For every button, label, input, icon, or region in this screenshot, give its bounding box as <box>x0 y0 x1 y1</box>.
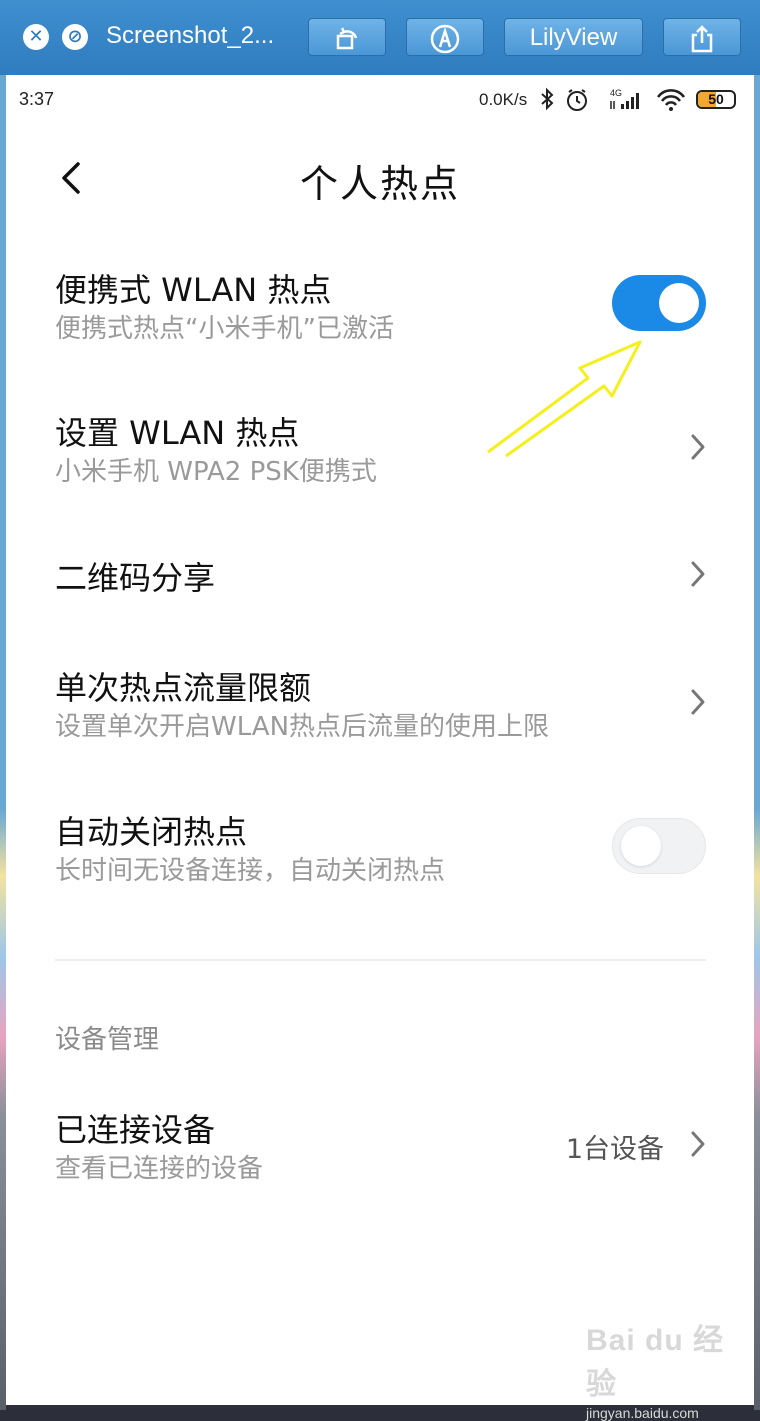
lilyview-button[interactable]: LilyView <box>504 18 643 56</box>
close-icon[interactable]: ✕ <box>23 24 49 50</box>
configure-hotspot-title: 设置 WLAN 热点 <box>55 414 300 452</box>
toggle-knob <box>621 826 661 866</box>
auto-off-toggle[interactable] <box>612 818 706 874</box>
connected-devices-count: 1台设备 <box>565 1134 664 1165</box>
connected-devices-title: 已连接设备 <box>55 1111 216 1149</box>
watermark-sub: jingyan.baidu.com <box>586 1405 699 1421</box>
viewer-title: Screenshot_2... <box>106 22 275 49</box>
configure-hotspot-subtitle: 小米手机 WPA2 PSK便携式 <box>55 457 377 487</box>
auto-off-subtitle: 长时间无设备连接，自动关闭热点 <box>55 856 446 886</box>
rotate-icon <box>336 27 358 49</box>
viewer-toolbar: ✕ ⊘ Screenshot_2... LilyView <box>0 0 760 75</box>
alarm-icon <box>567 89 587 111</box>
chevron-right-icon <box>691 689 705 715</box>
page-title: 个人热点 <box>299 162 460 206</box>
signal-icon: 4G <box>610 88 639 109</box>
battery-text: 50 <box>708 91 724 107</box>
cancel-icon[interactable]: ⊘ <box>62 24 88 50</box>
phone-screen: 3:37 0.0K/s 4G 50 个人热点 便携式 WLAN 热点 便携式热点… <box>6 75 754 1421</box>
qr-share-row[interactable]: 二维码分享 <box>6 553 754 603</box>
connected-devices-subtitle: 查看已连接的设备 <box>55 1154 264 1184</box>
portable-hotspot-toggle[interactable] <box>612 275 706 331</box>
watermark-main: Bai du 经验 <box>586 1324 725 1401</box>
portable-hotspot-subtitle: 便携式热点“小米手机”已激活 <box>55 314 394 344</box>
annotation-arrow-icon <box>487 340 642 458</box>
portable-hotspot-title: 便携式 WLAN 热点 <box>55 271 332 309</box>
share-button[interactable] <box>663 18 741 56</box>
section-header-device-management: 设备管理 <box>55 1025 160 1055</box>
network-type: 4G <box>610 88 622 98</box>
markup-button[interactable] <box>406 18 484 56</box>
status-time: 3:37 <box>19 89 55 109</box>
qr-share-title: 二维码分享 <box>55 559 216 597</box>
share-icon <box>691 24 713 52</box>
data-limit-title: 单次热点流量限额 <box>55 669 312 707</box>
toggle-knob <box>659 283 699 323</box>
connected-devices-row[interactable]: 已连接设备 查看已连接的设备 1台设备 <box>6 1105 754 1185</box>
status-icons: 4G <box>541 87 686 111</box>
watermark: Bai du 经验 jingyan.baidu.com <box>586 1315 754 1421</box>
auto-off-title: 自动关闭热点 <box>55 813 248 851</box>
chevron-right-icon <box>691 1131 705 1157</box>
section-divider <box>55 959 706 961</box>
rotate-button[interactable] <box>308 18 386 56</box>
frame-right-edge <box>754 75 760 1410</box>
status-bar: 3:37 0.0K/s 4G 50 <box>6 75 754 125</box>
wifi-icon <box>656 89 686 111</box>
battery-icon: 50 <box>696 90 736 109</box>
chevron-right-icon <box>691 434 705 460</box>
chevron-right-icon <box>691 561 705 587</box>
data-limit-row[interactable]: 单次热点流量限额 设置单次开启WLAN热点后流量的使用上限 <box>6 663 754 743</box>
auto-off-row[interactable]: 自动关闭热点 长时间无设备连接，自动关闭热点 <box>6 807 754 887</box>
markup-icon <box>430 24 460 53</box>
bluetooth-icon <box>541 87 554 111</box>
network-speed: 0.0K/s <box>479 90 528 109</box>
data-limit-subtitle: 设置单次开启WLAN热点后流量的使用上限 <box>55 712 550 742</box>
